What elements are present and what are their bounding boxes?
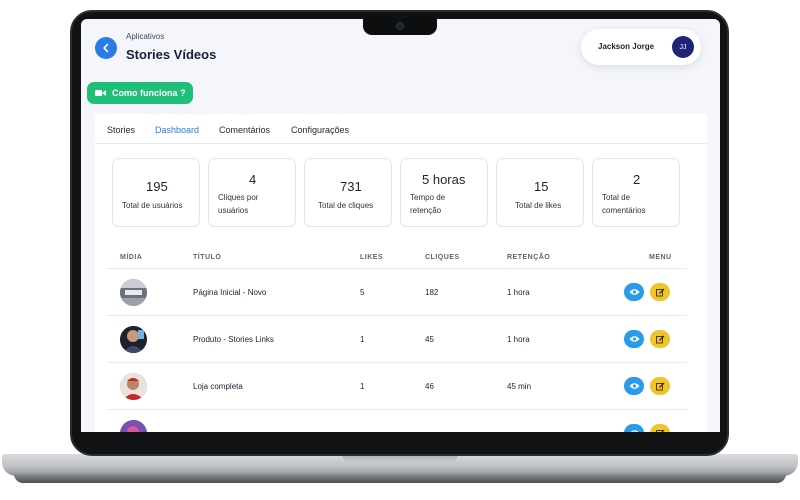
row-retention: 45 min	[507, 382, 532, 391]
eye-icon	[630, 430, 638, 432]
edit-icon	[655, 382, 664, 390]
stat-label: Total de comentários	[602, 193, 646, 215]
edit-icon	[655, 288, 664, 296]
row-clicks: 46	[425, 382, 434, 391]
stat-label: Total de cliques	[318, 201, 374, 210]
back-button[interactable]	[95, 37, 117, 59]
edit-button[interactable]	[650, 377, 670, 395]
tab-configuracoes[interactable]: Configurações	[291, 125, 349, 135]
edit-icon	[655, 335, 664, 343]
story-thumbnail[interactable]	[120, 373, 147, 400]
story-thumbnail[interactable]	[120, 279, 147, 306]
row-clicks: 182	[425, 288, 439, 297]
user-name: Jackson Jorge	[598, 42, 655, 51]
laptop-mockup: Aplicativos Stories Vídeos Jackson Jorge…	[0, 0, 800, 500]
stat-value: 4	[249, 172, 257, 187]
laptop-base-shadow	[14, 474, 786, 483]
stat-card-users: 195 Total de usuários	[112, 158, 200, 227]
stat-label: Total de likes	[515, 201, 562, 210]
row-title: Produto - Stories Links	[193, 335, 274, 344]
stat-card-clicks-per-user: 4 Cliques por usuários	[208, 158, 296, 227]
tab-comentarios[interactable]: Comentários	[219, 125, 270, 135]
row-retention: 1 hora	[507, 335, 530, 344]
column-header-clicks: CLIQUES	[425, 254, 460, 261]
row-retention: 1 hora	[507, 288, 530, 297]
dashboard-panel: Stories Dashboard Comentários Configuraç…	[95, 114, 707, 432]
user-menu[interactable]: Jackson Jorge JJ	[581, 29, 701, 65]
column-header-likes: LIKES	[360, 254, 384, 261]
stat-card-likes: 15 Total de likes	[496, 158, 584, 227]
breadcrumb[interactable]: Aplicativos	[126, 32, 164, 41]
eye-icon	[629, 336, 639, 342]
edit-button[interactable]	[650, 424, 670, 432]
how-it-works-label: Como funciona ?	[112, 88, 186, 98]
stat-label: Total de usuários	[122, 201, 183, 210]
edit-icon	[655, 429, 664, 432]
eye-icon	[629, 289, 639, 295]
column-header-menu: MENU	[649, 254, 672, 261]
view-button[interactable]	[624, 283, 644, 301]
stat-card-total-clicks: 731 Total de cliques	[304, 158, 392, 227]
page-title: Stories Vídeos	[126, 47, 217, 62]
table-row: Produto - Stories Links 1 45 1 hora	[107, 315, 687, 362]
stat-label: Cliques por usuários	[218, 193, 259, 215]
tab-dashboard[interactable]: Dashboard	[155, 125, 199, 135]
view-button[interactable]	[624, 424, 644, 432]
row-title: Loja completa	[193, 382, 243, 391]
app-screen: Aplicativos Stories Vídeos Jackson Jorge…	[81, 19, 720, 432]
row-likes: 5	[360, 288, 365, 297]
view-button[interactable]	[624, 377, 644, 395]
column-header-title: TÍTULO	[193, 254, 222, 261]
stat-value: 15	[534, 179, 549, 194]
tab-stories[interactable]: Stories	[107, 125, 135, 135]
eye-icon	[629, 383, 639, 389]
row-likes: 1	[360, 382, 365, 391]
webcam-icon	[396, 22, 404, 30]
arrow-left-icon	[103, 43, 109, 53]
row-likes: 1	[360, 335, 365, 344]
table-row: Loja completa 1 46 45 min	[107, 362, 687, 409]
story-thumbnail[interactable]	[120, 420, 147, 432]
table-row: Página Inicial - Novo 5 182 1 hora	[107, 268, 687, 315]
stat-card-comments: 2 Total de comentários	[592, 158, 680, 227]
stat-value: 731	[340, 179, 362, 194]
story-thumbnail[interactable]	[120, 326, 147, 353]
edit-button[interactable]	[650, 283, 670, 301]
row-clicks: 45	[425, 335, 434, 344]
column-header-media: MÍDIA	[120, 254, 143, 261]
stat-card-retention: 5 horas Tempo de retenção	[400, 158, 488, 227]
tab-bar: Stories Dashboard Comentários Configuraç…	[95, 114, 707, 144]
column-header-retention: RETENÇÃO	[507, 254, 551, 261]
stat-value: 195	[146, 179, 168, 194]
avatar[interactable]: JJ	[672, 36, 694, 58]
stat-value: 2	[633, 172, 641, 187]
how-it-works-button[interactable]: Como funciona ?	[87, 82, 193, 104]
table-row	[107, 409, 687, 432]
row-title: Página Inicial - Novo	[193, 288, 267, 297]
stat-label: Tempo de retenção	[410, 193, 446, 215]
edit-button[interactable]	[650, 330, 670, 348]
stat-value: 5 horas	[422, 172, 466, 187]
view-button[interactable]	[624, 330, 644, 348]
video-camera-icon	[95, 89, 106, 97]
